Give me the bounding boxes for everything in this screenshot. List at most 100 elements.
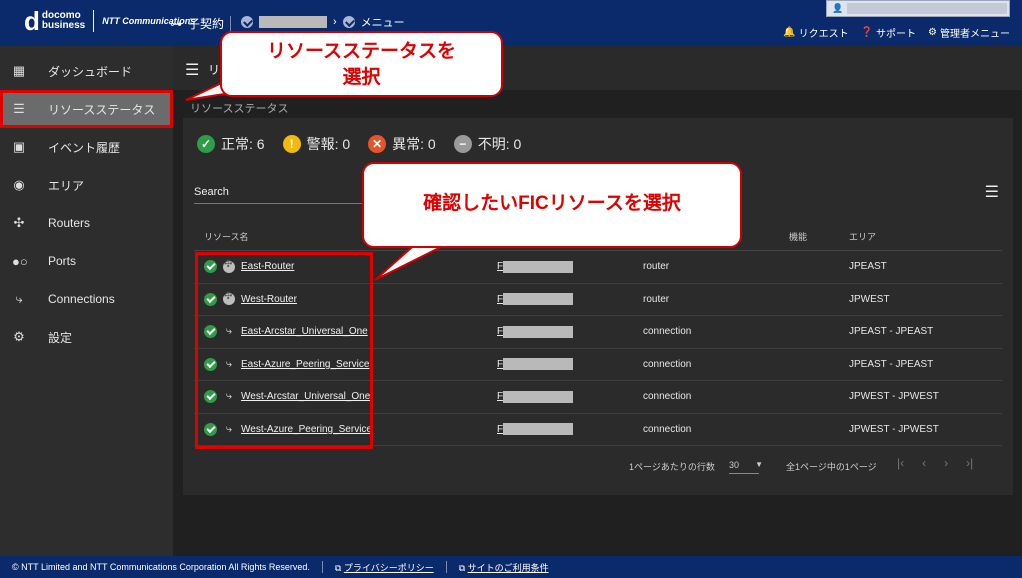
area-cell: JPEAST - JPEAST [849, 358, 934, 370]
summary-unknown[interactable]: − 不明: 0 [453, 134, 521, 154]
sidebar: ▦ ダッシュボード ☰ リソースステータス ▣ イベント履歴 ◉ エリア ✣ R… [0, 46, 173, 556]
masked-tenant-name [259, 16, 327, 28]
top-header: d docomo business NTT Communications ⊶ 子… [0, 0, 1022, 46]
admin-menu-label: 管理者メニュー [940, 29, 1010, 40]
function-cell: connection [643, 358, 692, 370]
sidebar-item-label: 設定 [48, 330, 73, 345]
grid-icon: ▦ [12, 63, 26, 78]
rows-per-page-select[interactable]: 30 [729, 460, 763, 474]
summary-warning[interactable]: ! 警報: 0 [282, 134, 351, 154]
function-cell: connection [643, 423, 692, 435]
search-input[interactable] [194, 203, 374, 204]
hamburger-menu-icon[interactable]: ☰ [185, 60, 199, 80]
page-title: リ [208, 63, 221, 77]
logo-text: docomo business [42, 11, 85, 31]
privacy-link[interactable]: ⧉ プライバシーポリシー [335, 561, 434, 574]
check-circle-icon [342, 16, 355, 28]
sidebar-item-routers[interactable]: ✣ Routers [0, 204, 173, 242]
sidebar-item-event-history[interactable]: ▣ イベント履歴 [0, 128, 173, 166]
gear-icon: ⚙ [13, 329, 25, 344]
callout-line: リソースステータスを [266, 41, 457, 62]
sidebar-item-label: リソースステータス [48, 102, 156, 117]
resource-names-highlight [195, 252, 373, 449]
prev-page-icon[interactable]: ‹ [922, 456, 926, 470]
sidebar-item-area[interactable]: ◉ エリア [0, 166, 173, 204]
fic-id-cell[interactable]: F [497, 390, 574, 403]
last-page-icon[interactable]: ›| [966, 456, 973, 470]
chevron-right-icon: › [333, 16, 337, 28]
header-area[interactable]: エリア [849, 230, 876, 243]
bell-icon: 🔔 [783, 27, 796, 38]
area-cell: JPWEST [849, 293, 890, 305]
header-function[interactable]: 機能 [789, 230, 807, 243]
summary-normal-label: 正常: 6 [221, 136, 265, 152]
sidebar-item-label: ダッシュボード [48, 64, 133, 79]
area-cell: JPWEST - JPWEST [849, 423, 939, 435]
sidebar-item-resource-status[interactable]: ☰ リソースステータス [0, 90, 173, 128]
gear-icon: ⚙ [928, 27, 937, 38]
list-check-icon: ☰ [13, 101, 25, 116]
fic-id-cell[interactable]: F [497, 358, 574, 371]
function-cell: router [643, 261, 670, 273]
area-cell: JPEAST [849, 261, 887, 273]
check-circle-icon: ✓ [197, 135, 215, 153]
sidebar-item-connections[interactable]: ⤷ Connections [0, 280, 173, 318]
terms-label: サイトのご利用条件 [467, 562, 549, 573]
connection-icon: ⤷ [15, 291, 23, 306]
fic-id-cell[interactable]: F [497, 293, 574, 306]
fic-id-cell[interactable]: F [497, 325, 574, 338]
help-icon: ❓ [860, 27, 874, 38]
fic-id-cell[interactable]: F [497, 423, 574, 436]
check-circle-icon [241, 16, 253, 28]
status-summary: ✓ 正常: 6 ! 警報: 0 ✕ 異常: 0 − 不明: 0 [197, 134, 521, 154]
terms-link[interactable]: ⧉ サイトのご利用条件 [459, 561, 549, 574]
summary-warning-label: 警報: 0 [306, 136, 351, 152]
tenant-breadcrumb[interactable]: › メニュー [241, 14, 405, 30]
footer-divider [445, 561, 447, 573]
hierarchy-icon: ⊶ [170, 16, 182, 31]
sidebar-item-dashboard[interactable]: ▦ ダッシュボード [0, 52, 173, 90]
masked-fic-id [503, 358, 574, 371]
column-menu-icon[interactable]: ☰ [985, 182, 999, 202]
copyright: © NTT Limited and NTT Communications Cor… [12, 562, 310, 572]
masked-fic-id [503, 293, 574, 306]
callout-select-fic-resource: 確認したいFICリソースを選択 [362, 162, 742, 248]
summary-error[interactable]: ✕ 異常: 0 [368, 134, 436, 154]
sidebar-item-ports[interactable]: ●○ Ports [0, 242, 173, 280]
callout-select-resource-status: リソースステータスを 選択 [220, 31, 503, 97]
request-label: リクエスト [798, 29, 849, 40]
footer-divider [321, 561, 323, 573]
calendar-check-icon: ▣ [12, 139, 26, 154]
area-cell: JPEAST - JPEAST [849, 326, 934, 338]
support-link[interactable]: ❓ サポート [861, 25, 916, 40]
header-resource-name[interactable]: リソース名 [204, 230, 249, 243]
sidebar-item-settings[interactable]: ⚙ 設定 [0, 318, 173, 356]
summary-normal[interactable]: ✓ 正常: 6 [197, 134, 265, 154]
logo-line2: business [41, 20, 86, 31]
page-nav: |‹ ‹ › ›| [897, 456, 973, 470]
sidebar-item-label: Ports [48, 254, 77, 268]
sidebar-item-label: Connections [48, 292, 115, 306]
support-label: サポート [876, 29, 917, 40]
fic-id-cell[interactable]: F [497, 260, 574, 273]
external-link-icon: ⧉ [458, 562, 466, 573]
sidebar-item-label: エリア [48, 178, 85, 193]
masked-fic-id [503, 390, 574, 403]
header-divider [230, 15, 232, 32]
logo-mark: d [24, 6, 40, 36]
next-page-icon[interactable]: › [944, 456, 948, 470]
first-page-icon[interactable]: |‹ [897, 456, 904, 470]
summary-error-label: 異常: 0 [392, 136, 436, 152]
user-icon: 👤 [832, 3, 844, 13]
header-links: 🔔 リクエスト ❓ サポート ⚙ 管理者メニュー [783, 25, 1010, 40]
port-icon: ●○ [12, 253, 28, 269]
sidebar-item-label: イベント履歴 [48, 140, 121, 155]
menu-label[interactable]: メニュー [361, 14, 405, 30]
unknown-icon: − [453, 135, 472, 153]
logo-divider [93, 10, 95, 32]
user-account-box[interactable]: 👤 [826, 0, 1010, 17]
sub-contract-selector[interactable]: ⊶ 子契約 [170, 15, 232, 32]
request-link[interactable]: 🔔 リクエスト [783, 25, 848, 40]
admin-menu-link[interactable]: ⚙ 管理者メニュー [928, 25, 1010, 40]
function-cell: connection [643, 326, 692, 338]
